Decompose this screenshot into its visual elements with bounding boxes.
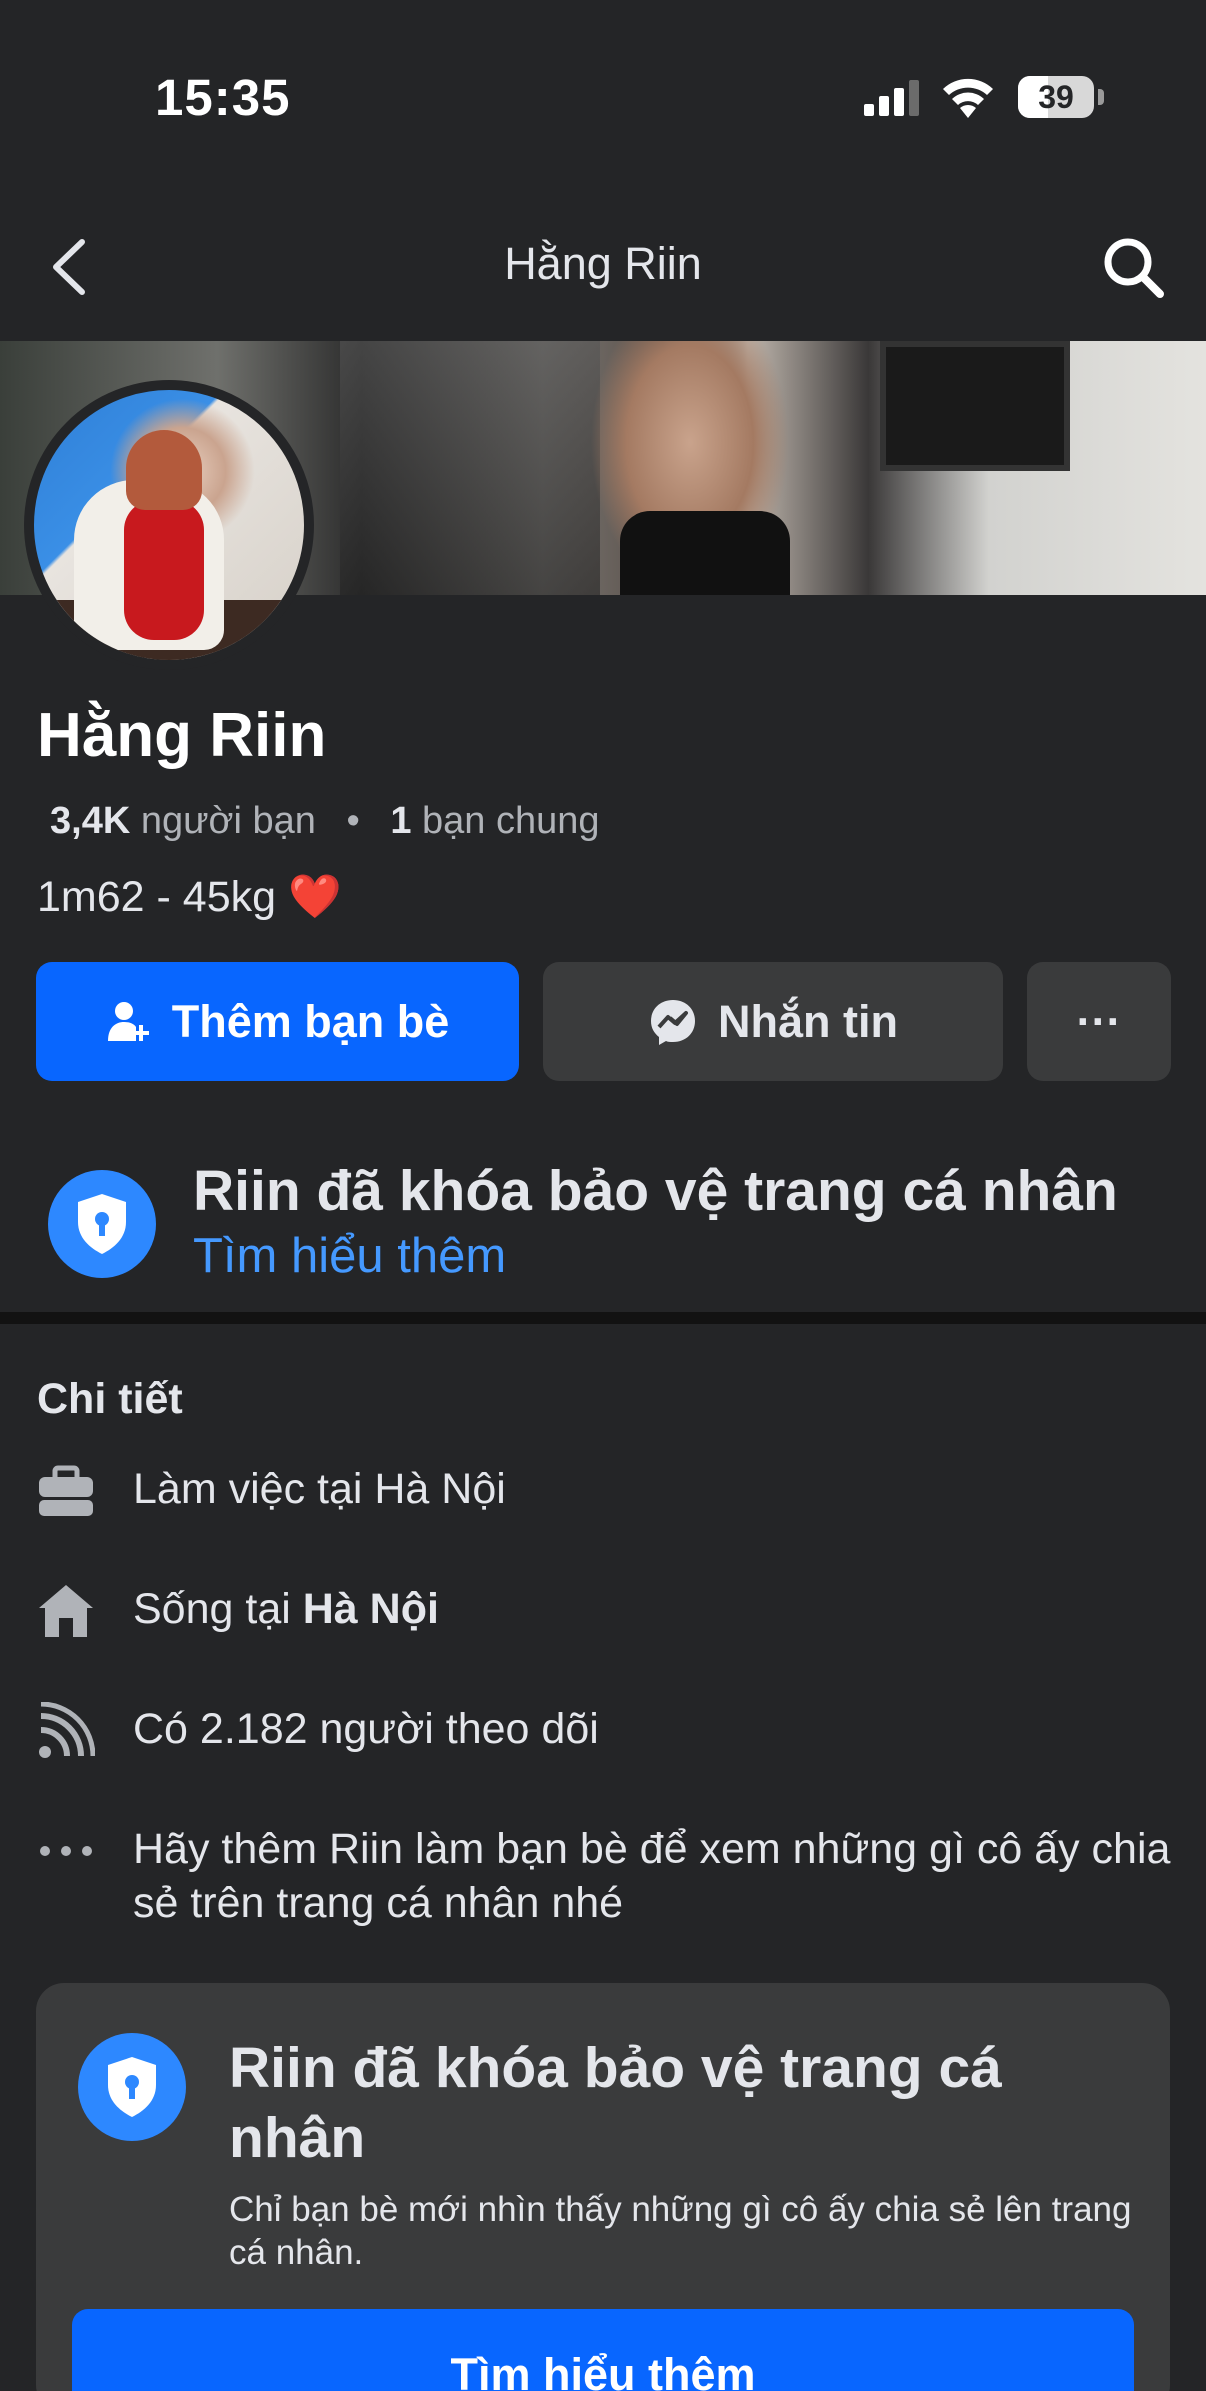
friends-count: 3,4K xyxy=(50,800,131,842)
mutual-label: bạn chung xyxy=(422,800,600,842)
nav-title: Hằng Riin xyxy=(504,238,702,289)
detail-lives-city[interactable]: Hà Nội xyxy=(303,1585,439,1633)
profile-avatar[interactable] xyxy=(24,380,314,670)
profile-bio: 1m62 - 45kg ❤️ xyxy=(37,872,342,922)
lock-banner-title: Riin đã khóa bảo vệ trang cá nhân xyxy=(193,1159,1118,1223)
more-options-button[interactable]: ··· xyxy=(1027,962,1171,1081)
message-label: Nhắn tin xyxy=(718,995,898,1047)
add-friend-label: Thêm bạn bè xyxy=(171,995,450,1047)
profile-name: Hằng Riin xyxy=(37,701,327,770)
shield-lock-icon xyxy=(78,2033,186,2141)
card-title: Riin đã khóa bảo vệ trang cá nhân xyxy=(229,2036,1002,2170)
bio-text: 1m62 - 45kg xyxy=(37,873,277,921)
learn-more-button[interactable]: Tìm hiểu thêm xyxy=(72,2309,1134,2391)
wifi-icon xyxy=(943,78,993,118)
detail-lives-prefix: Sống tại xyxy=(133,1585,303,1633)
more-dots-icon: ··· xyxy=(1076,995,1122,1047)
detail-more-info-text: Hãy thêm Riin làm bạn bè để xem những gì… xyxy=(133,1825,1171,1927)
profile-lock-banner: Riin đã khóa bảo vệ trang cá nhân Tìm hi… xyxy=(0,1150,1206,1310)
mutual-count: 1 xyxy=(390,800,412,842)
rss-icon xyxy=(39,1702,95,1758)
top-nav: Hằng Riin xyxy=(0,210,1206,320)
home-icon xyxy=(39,1585,93,1637)
battery-percent: 39 xyxy=(1038,79,1074,115)
friends-label: người bạn xyxy=(140,800,316,842)
detail-followers-text: Có 2.182 người theo dõi xyxy=(133,1705,599,1753)
section-divider xyxy=(0,1312,1206,1324)
battery-icon: 39 xyxy=(1018,76,1104,118)
status-time: 15:35 xyxy=(155,69,291,126)
signal-icon xyxy=(864,80,919,116)
status-bar: 15:35 39 xyxy=(0,0,1206,190)
learn-more-link[interactable]: Tìm hiểu thêm xyxy=(193,1228,506,1284)
detail-work-text: Làm việc tại Hà Nội xyxy=(133,1465,506,1513)
detail-lives-text: Sống tại Hà Nội xyxy=(133,1582,1173,1636)
message-button[interactable]: Nhắn tin xyxy=(543,962,1003,1081)
details-title: Chi tiết xyxy=(37,1375,183,1423)
shield-lock-icon xyxy=(48,1170,156,1278)
add-friend-button[interactable]: Thêm bạn bè xyxy=(36,962,519,1081)
messenger-icon xyxy=(651,999,695,1045)
locked-profile-card: Riin đã khóa bảo vệ trang cá nhân Chỉ bạ… xyxy=(36,1983,1170,2391)
heart-emoji: ❤️ xyxy=(287,873,342,921)
add-friend-icon xyxy=(107,1001,149,1041)
search-icon[interactable] xyxy=(1098,232,1168,302)
card-description: Chỉ bạn bè mới nhìn thấy những gì cô ấy … xyxy=(229,2190,1132,2272)
more-dots-icon xyxy=(40,1846,92,1856)
friend-stats[interactable]: 3,4K người bạn • 1 bạn chung xyxy=(50,800,600,843)
briefcase-icon xyxy=(39,1465,93,1516)
